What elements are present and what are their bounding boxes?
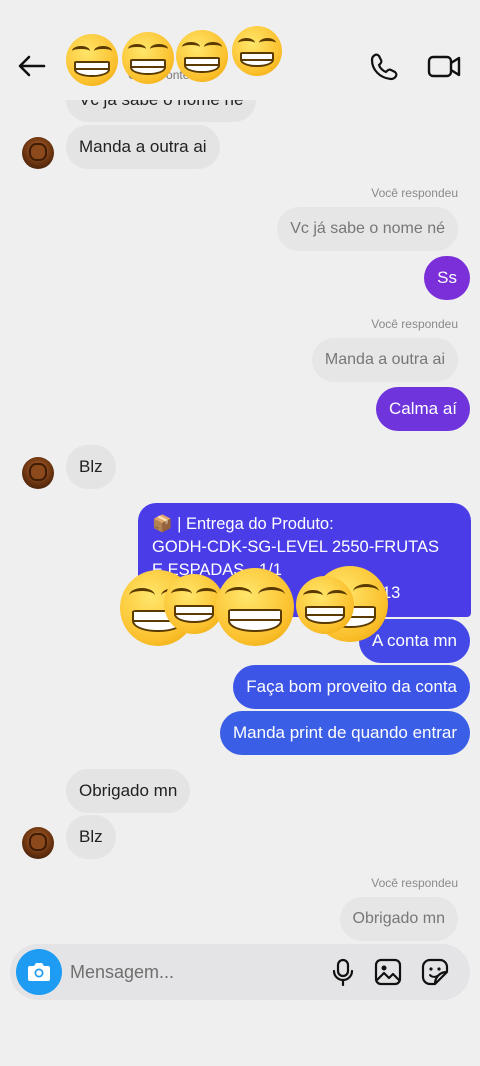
grinning-emoji-icon [66, 34, 118, 86]
back-arrow-icon[interactable] [14, 48, 50, 84]
grinning-emoji-icon [122, 32, 174, 84]
you-replied-label: Você respondeu [371, 186, 458, 200]
you-replied-label: Você respondeu [371, 876, 458, 890]
incoming-message: Blz [66, 815, 116, 859]
image-icon[interactable] [373, 957, 403, 987]
video-camera-icon[interactable] [424, 48, 464, 84]
product-line: GODH-CDK-SG-LEVEL 2550-FRUTAS [152, 538, 439, 556]
message-input[interactable] [70, 958, 310, 986]
quoted-reply: Obrigado mn [339, 897, 458, 941]
quoted-reply: Vc já sabe o nome né [277, 207, 458, 251]
quoted-reply: Manda a outra ai [311, 338, 458, 382]
message-composer [10, 944, 470, 1000]
contact-avatar[interactable] [22, 457, 54, 489]
grinning-emoji-icon [176, 30, 228, 82]
sticker-icon[interactable] [420, 957, 450, 987]
incoming-message: Manda a outra ai [66, 125, 220, 169]
outgoing-message: Ss [424, 256, 470, 300]
grinning-emoji-icon [216, 568, 294, 646]
grinning-emoji-icon [296, 576, 354, 634]
incoming-message: Obrigado mn [66, 769, 191, 813]
camera-icon[interactable] [16, 949, 62, 995]
phone-icon[interactable] [366, 48, 402, 84]
microphone-icon[interactable] [328, 957, 358, 987]
product-line: 📦 | Entrega do Produto: [152, 515, 334, 533]
incoming-message: Blz [66, 445, 116, 489]
grinning-emoji-icon [164, 574, 224, 634]
contact-avatar[interactable] [22, 137, 54, 169]
you-replied-label: Você respondeu [371, 317, 458, 331]
outgoing-message: Faça bom proveito da conta [233, 665, 470, 709]
outgoing-message: Manda print de quando entrar [220, 711, 470, 755]
contact-avatar[interactable] [22, 827, 54, 859]
outgoing-message: Calma aí [375, 387, 470, 431]
grinning-emoji-icon [232, 26, 282, 76]
